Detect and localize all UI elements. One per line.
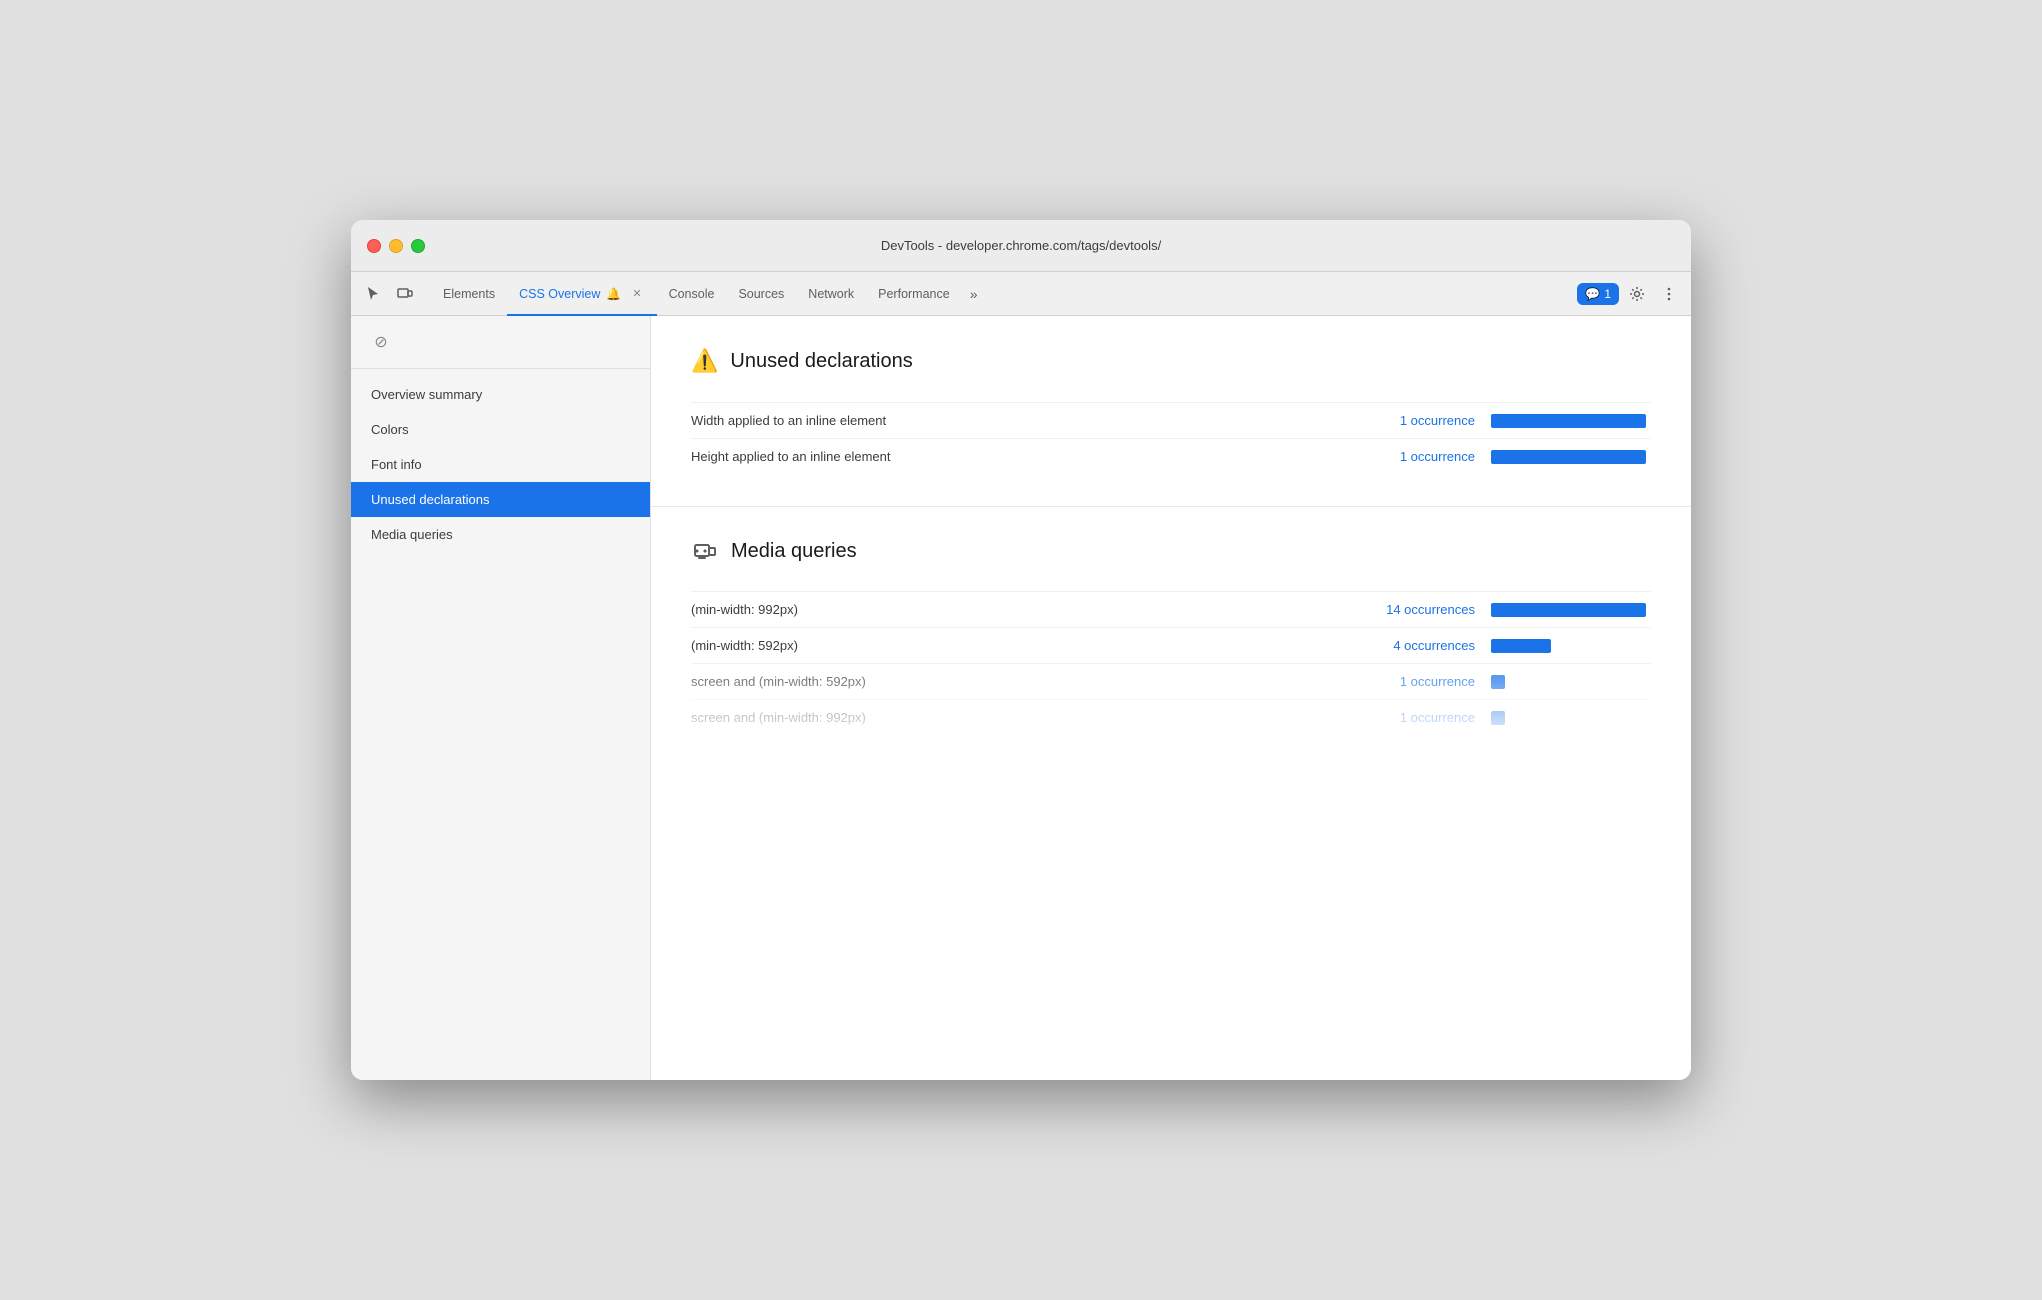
declaration-width-label: Width applied to an inline element [691,413,1355,428]
devtools-window: DevTools - developer.chrome.com/tags/dev… [351,220,1691,1080]
declaration-row-width: Width applied to an inline element 1 occ… [691,402,1651,438]
tabs-overflow-button[interactable]: » [962,272,986,315]
tab-network[interactable]: Network [796,273,866,316]
sidebar-item-media-queries[interactable]: Media queries [351,517,650,552]
mq-bar-container-2 [1491,675,1651,689]
tab-elements-label: Elements [443,287,495,301]
tab-network-label: Network [808,287,854,301]
tab-performance-label: Performance [878,287,950,301]
device-icon[interactable] [391,280,419,308]
mq-bar-container-1 [1491,639,1651,653]
declaration-width-bar [1491,414,1646,428]
media-queries-icon [691,539,719,563]
tab-sources[interactable]: Sources [726,273,796,316]
sidebar: ⊘ Overview summary Colors Font info Unus… [351,316,651,1080]
mq-bar-0 [1491,603,1646,617]
traffic-lights [367,239,425,253]
sidebar-item-font-info[interactable]: Font info [351,447,650,482]
tab-console[interactable]: Console [657,273,727,316]
declaration-width-occurrence[interactable]: 1 occurrence [1355,413,1475,428]
warning-triangle-icon: ⚠️ [691,348,718,374]
tabbar: Elements CSS Overview 🔔 ✕ Console Source… [351,272,1691,316]
main-area: ⊘ Overview summary Colors Font info Unus… [351,316,1691,1080]
media-queries-title: Media queries [731,540,857,563]
mq-bar-1 [1491,639,1551,653]
declaration-row-height: Height applied to an inline element 1 oc… [691,438,1651,474]
declaration-height-label: Height applied to an inline element [691,449,1355,464]
warning-icon: 🔔 [606,287,621,301]
chat-count: 1 [1604,287,1611,301]
mq-label-0: (min-width: 992px) [691,602,1345,617]
tab-performance[interactable]: Performance [866,273,962,316]
tab-css-overview[interactable]: CSS Overview 🔔 ✕ [507,273,656,316]
declaration-height-occurrence[interactable]: 1 occurrence [1355,449,1475,464]
unused-declarations-title: Unused declarations [730,350,912,373]
declaration-height-bar-container [1491,450,1651,464]
tab-css-overview-label: CSS Overview [519,287,600,301]
content-area[interactable]: ⚠️ Unused declarations Width applied to … [651,316,1691,1080]
tabbar-icons [359,272,431,315]
tab-console-label: Console [669,287,715,301]
mq-row-0: (min-width: 992px) 14 occurrences [691,591,1651,627]
mq-occurrence-2[interactable]: 1 occurrence [1345,674,1475,689]
cursor-icon[interactable] [359,280,387,308]
sidebar-top: ⊘ [351,316,650,369]
mq-bar-container-3 [1491,711,1651,725]
mq-bar-container-0 [1491,603,1651,617]
media-queries-header: Media queries [691,539,1651,563]
mq-row-3: screen and (min-width: 992px) 1 occurren… [691,699,1651,735]
maximize-button[interactable] [411,239,425,253]
chat-icon: 💬 [1585,287,1600,301]
close-button[interactable] [367,239,381,253]
sidebar-item-unused-declarations[interactable]: Unused declarations [351,482,650,517]
tab-close-icon[interactable]: ✕ [629,286,644,301]
tabbar-right: 💬 1 [1577,272,1683,315]
minimize-button[interactable] [389,239,403,253]
declaration-width-bar-container [1491,414,1651,428]
sidebar-item-colors[interactable]: Colors [351,412,650,447]
declaration-height-bar [1491,450,1646,464]
mq-row-1: (min-width: 592px) 4 occurrences [691,627,1651,663]
mq-row-2: screen and (min-width: 592px) 1 occurren… [691,663,1651,699]
mq-occurrence-3[interactable]: 1 occurrence [1345,710,1475,725]
chat-button[interactable]: 💬 1 [1577,283,1619,305]
more-options-button[interactable] [1655,280,1683,308]
block-icon: ⊘ [367,328,395,356]
window-title: DevTools - developer.chrome.com/tags/dev… [881,238,1161,253]
mq-label-1: (min-width: 592px) [691,638,1345,653]
tab-sources-label: Sources [738,287,784,301]
titlebar: DevTools - developer.chrome.com/tags/dev… [351,220,1691,272]
sidebar-nav: Overview summary Colors Font info Unused… [351,369,650,1080]
tab-elements[interactable]: Elements [431,273,507,316]
mq-label-3: screen and (min-width: 992px) [691,710,1345,725]
unused-declarations-section: ⚠️ Unused declarations Width applied to … [651,316,1691,507]
sidebar-item-overview-summary[interactable]: Overview summary [351,377,650,412]
unused-declarations-header: ⚠️ Unused declarations [691,348,1651,374]
mq-bar-3 [1491,711,1505,725]
mq-occurrence-1[interactable]: 4 occurrences [1345,638,1475,653]
mq-occurrence-0[interactable]: 14 occurrences [1345,602,1475,617]
media-queries-section: Media queries (min-width: 992px) 14 occu… [651,507,1691,746]
mq-label-2: screen and (min-width: 592px) [691,674,1345,689]
mq-bar-2 [1491,675,1505,689]
settings-button[interactable] [1623,280,1651,308]
